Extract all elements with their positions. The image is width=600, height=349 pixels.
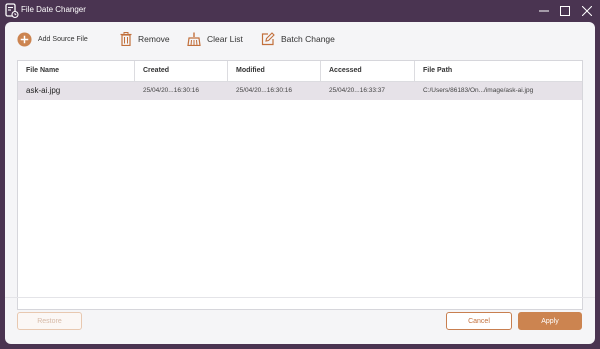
broom-icon	[187, 32, 201, 46]
window-title: File Date Changer	[21, 5, 86, 14]
column-header-accessed[interactable]: Accessed	[321, 61, 415, 81]
edit-icon	[261, 32, 275, 46]
toolbar: Add Source File Remove Clear List Batch …	[5, 22, 595, 57]
column-header-file-name[interactable]: File Name	[18, 61, 135, 81]
table-header: File Name Created Modified Accessed File…	[18, 61, 582, 82]
remove-button[interactable]: Remove	[120, 29, 170, 49]
clear-list-button[interactable]: Clear List	[187, 29, 243, 49]
maximize-icon	[560, 6, 570, 16]
batch-change-label: Batch Change	[281, 34, 335, 44]
apply-button[interactable]: Apply	[518, 312, 582, 330]
batch-change-button[interactable]: Batch Change	[261, 29, 335, 49]
add-source-file-button[interactable]: Add Source File	[17, 29, 88, 49]
app-logo-icon	[5, 3, 19, 19]
close-button[interactable]	[578, 2, 596, 20]
file-table: File Name Created Modified Accessed File…	[17, 60, 583, 310]
restore-button[interactable]: Restore	[17, 312, 82, 330]
minimize-button[interactable]	[535, 2, 553, 20]
footer-divider	[5, 297, 595, 298]
cell-accessed: 25/04/20...16:33:37	[329, 87, 386, 94]
minimize-icon	[539, 10, 549, 12]
column-header-modified[interactable]: Modified	[228, 61, 321, 81]
add-circle-icon	[17, 31, 32, 47]
clear-list-label: Clear List	[207, 34, 243, 44]
table-row[interactable]: ask-ai.jpg 25/04/20...16:30:16 25/04/20.…	[18, 82, 582, 100]
cancel-button[interactable]: Cancel	[446, 312, 512, 330]
app-window: File Date Changer Add Source File Remove…	[0, 0, 600, 349]
trash-icon	[120, 32, 132, 46]
cell-modified: 25/04/20...16:30:16	[236, 87, 293, 94]
cell-created: 25/04/20...16:30:16	[143, 87, 200, 94]
add-source-file-label: Add Source File	[38, 35, 88, 43]
column-header-created[interactable]: Created	[135, 61, 228, 81]
cell-file-path: C:/Users/86183/On.../image/ask-ai.jpg	[423, 87, 534, 94]
column-header-file-path[interactable]: File Path	[415, 61, 582, 81]
cell-file-name: ask-ai.jpg	[26, 86, 61, 95]
close-icon	[582, 6, 592, 16]
title-bar[interactable]: File Date Changer	[0, 0, 600, 22]
maximize-button[interactable]	[556, 2, 574, 20]
remove-label: Remove	[138, 34, 170, 44]
main-panel: Add Source File Remove Clear List Batch …	[5, 22, 595, 344]
